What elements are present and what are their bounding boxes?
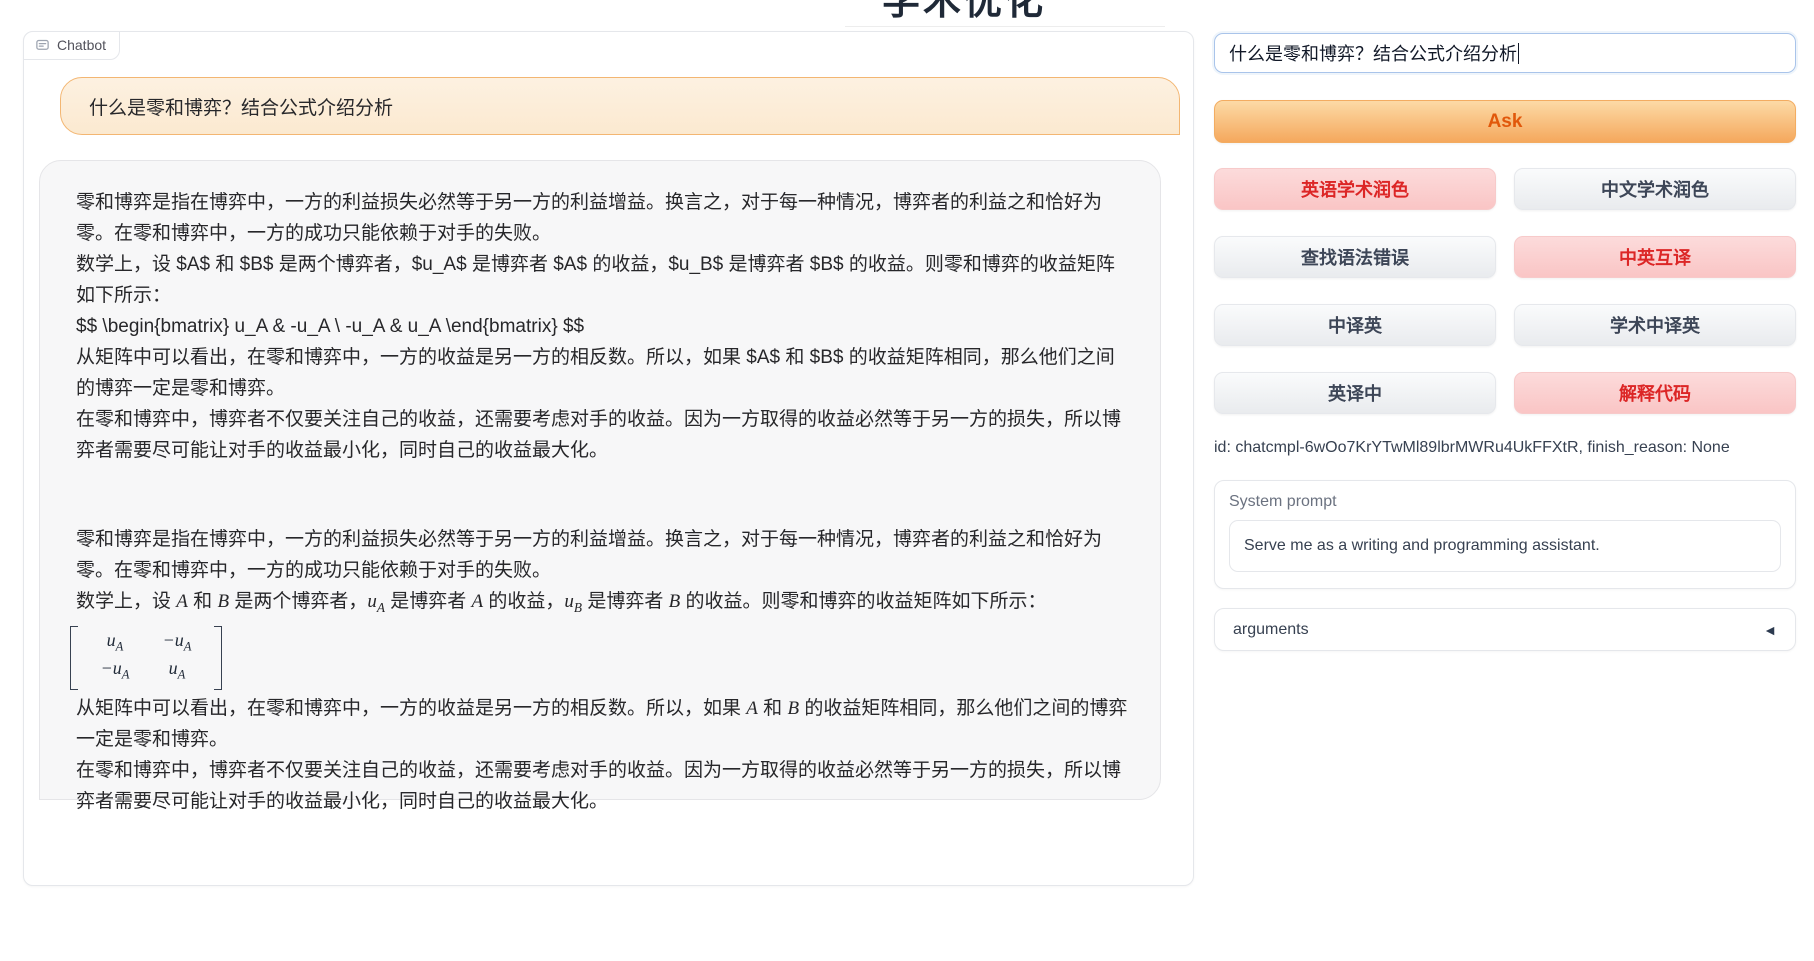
quick-button-8[interactable]: 解释代码 — [1514, 372, 1796, 414]
chatbot-label: Chatbot — [23, 31, 120, 60]
text-cursor — [1518, 43, 1519, 64]
matrix-right-bracket — [214, 626, 222, 690]
status-line: id: chatcmpl-6wOo7KrYTwMl89lbrMWRu4UkFFX… — [1214, 439, 1796, 457]
quick-button-5[interactable]: 中译英 — [1214, 304, 1496, 346]
bot-paragraph: 零和博弈是指在博弈中，一方的利益损失必然等于另一方的利益增益。换言之，对于每一种… — [76, 524, 1130, 586]
bot-message-block-rendered: 零和博弈是指在博弈中，一方的利益损失必然等于另一方的利益增益。换言之，对于每一种… — [76, 524, 1130, 817]
chatbot-label-text: Chatbot — [57, 37, 106, 53]
composer-column: 什么是零和博弈？结合公式介绍分析 Ask 英语学术润色中文学术润色查找语法错误中… — [1214, 33, 1796, 651]
bot-message-block-raw: 零和博弈是指在博弈中，一方的利益损失必然等于另一方的利益增益。换言之，对于每一种… — [76, 187, 1130, 466]
quick-button-3[interactable]: 查找语法错误 — [1214, 236, 1496, 278]
bot-paragraph: 从矩阵中可以看出，在零和博弈中，一方的收益是另一方的相反数。所以，如果 $A$ … — [76, 342, 1130, 404]
user-message-bubble: 什么是零和博弈？结合公式介绍分析 — [60, 77, 1180, 135]
matrix-left-bracket — [70, 626, 78, 690]
payoff-matrix: uA−uA−uAuA — [70, 626, 222, 690]
arguments-accordion-label: arguments — [1233, 621, 1309, 639]
quick-actions-grid: 英语学术润色中文学术润色查找语法错误中英互译中译英学术中译英英译中解释代码 — [1214, 168, 1796, 414]
bot-paragraph: 数学上，设 $A$ 和 $B$ 是两个博弈者，$u_A$ 是博弈者 $A$ 的收… — [76, 249, 1130, 311]
title-divider — [845, 26, 1165, 27]
quick-button-7[interactable]: 英译中 — [1214, 372, 1496, 414]
chat-input[interactable]: 什么是零和博弈？结合公式介绍分析 — [1214, 33, 1796, 73]
bot-paragraph: $$ \begin{bmatrix} u_A & -u_A \ -u_A & u… — [76, 311, 1130, 342]
bot-paragraph: 数学上，设 A 和 B 是两个博弈者，uA 是博弈者 A 的收益，uB 是博弈者… — [76, 586, 1130, 623]
system-prompt-input[interactable]: Serve me as a writing and programming as… — [1229, 520, 1781, 572]
bot-paragraph: uA−uA−uAuA — [76, 623, 1130, 693]
bot-message-content: 零和博弈是指在博弈中，一方的利益损失必然等于另一方的利益增益。换言之，对于每一种… — [76, 187, 1130, 817]
matrix-cell: uA — [146, 658, 208, 686]
system-prompt-box: System prompt Serve me as a writing and … — [1214, 480, 1796, 589]
chatbot-panel: Chatbot 什么是零和博弈？结合公式介绍分析 零和博弈是指在博弈中，一方的利… — [23, 31, 1194, 886]
matrix-cell: −uA — [84, 658, 146, 686]
quick-button-4[interactable]: 中英互译 — [1514, 236, 1796, 278]
matrix-cell: −uA — [146, 630, 208, 658]
bot-paragraph: 在零和博弈中，博弈者不仅要关注自己的收益，还需要考虑对手的收益。因为一方取得的收… — [76, 404, 1130, 466]
app-root: 学术优化 Chatbot 什么是零和博弈？结合公式介绍分析 零和博弈是指在博弈中… — [0, 0, 1814, 961]
matrix-cell: uA — [84, 630, 146, 658]
quick-button-2[interactable]: 中文学术润色 — [1514, 168, 1796, 210]
user-message-text: 什么是零和博弈？结合公式介绍分析 — [89, 93, 393, 120]
bot-paragraph: 零和博弈是指在博弈中，一方的利益损失必然等于另一方的利益增益。换言之，对于每一种… — [76, 187, 1130, 249]
bot-message-bubble: 零和博弈是指在博弈中，一方的利益损失必然等于另一方的利益增益。换言之，对于每一种… — [39, 160, 1161, 800]
system-prompt-label: System prompt — [1229, 493, 1781, 511]
system-prompt-value: Serve me as a writing and programming as… — [1244, 537, 1600, 555]
quick-button-6[interactable]: 学术中译英 — [1514, 304, 1796, 346]
bot-paragraph: 在零和博弈中，博弈者不仅要关注自己的收益，还需要考虑对手的收益。因为一方取得的收… — [76, 755, 1130, 817]
bot-paragraph: 从矩阵中可以看出，在零和博弈中，一方的收益是另一方的相反数。所以，如果 A 和 … — [76, 693, 1130, 755]
ask-button[interactable]: Ask — [1214, 100, 1796, 143]
message-square-icon — [35, 38, 50, 53]
quick-button-1[interactable]: 英语学术润色 — [1214, 168, 1496, 210]
arguments-accordion[interactable]: arguments ◄ — [1214, 608, 1796, 651]
accordion-collapse-icon: ◄ — [1763, 622, 1777, 638]
clipped-page-title: 学术优化 — [882, 0, 1046, 25]
chat-input-value: 什么是零和博弈？结合公式介绍分析 — [1229, 40, 1517, 66]
